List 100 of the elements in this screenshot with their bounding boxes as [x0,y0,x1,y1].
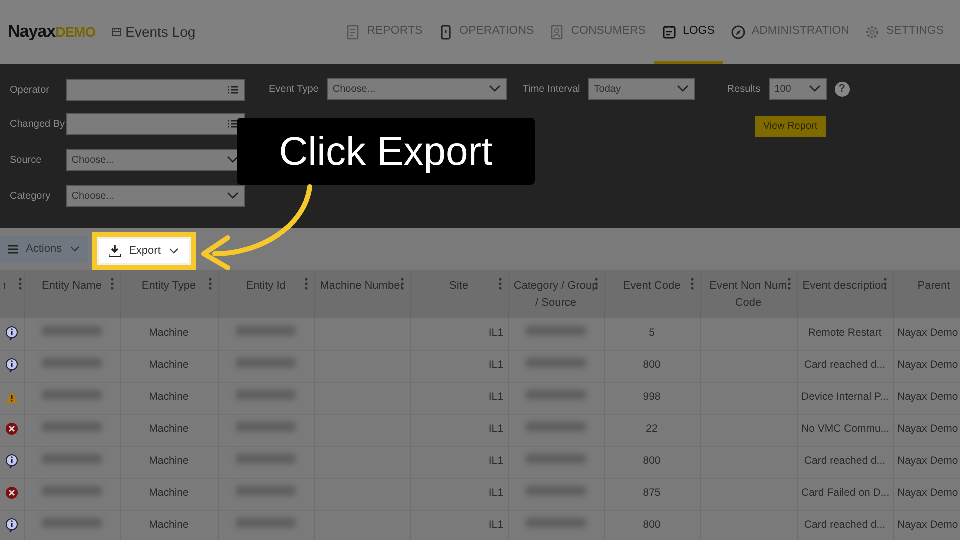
column-menu-icon [498,278,502,290]
calendar-icon [112,27,122,37]
column-menu-icon [304,278,308,290]
view-report-button[interactable]: View Report [755,116,826,137]
table-cell: Device Internal P... [797,382,893,414]
dropdown[interactable]: Choose... [326,78,507,100]
error-icon [4,422,19,437]
table-cell: 22 [604,414,700,446]
actions-button[interactable]: Actions [0,236,88,262]
info-icon [4,518,19,533]
page-title: Events Log [126,22,196,42]
table-cell: Nayax Demo [893,446,960,478]
table-cell: IL1 [410,510,508,540]
table-cell: Card Failed on D... [797,478,893,510]
chevron-icon [70,246,80,252]
redacted-text [42,454,102,464]
column-header[interactable]: Parent [893,270,960,318]
dropdown[interactable]: 100 [768,78,827,100]
input-field[interactable] [66,113,245,135]
redacted-text [236,422,296,432]
column-menu-icon [690,278,694,290]
redacted-text [526,358,586,368]
table-cell: Card reached d... [797,510,893,540]
column-header[interactable]: Event Code [604,270,700,318]
list-icon [227,85,239,95]
column-menu-icon [208,278,212,290]
redacted-text [236,486,296,496]
redacted-text [42,326,102,336]
field-label: Changed By [10,118,66,132]
info-icon [4,454,19,469]
field-label: Results [727,82,761,96]
dropdown[interactable]: Choose... [66,185,245,207]
table-cell: Machine [120,414,218,446]
table-cell: 800 [604,510,700,540]
redacted-text [236,454,296,464]
document-icon [346,24,362,40]
person-card-icon [550,24,566,40]
settings-icon [865,24,880,40]
phone-icon [438,24,454,40]
help-icon[interactable]: ? [834,82,850,96]
redacted-text [526,518,586,528]
info-icon [4,326,19,341]
table-cell: IL1 [410,446,508,478]
column-header[interactable]: ↑ [0,270,24,318]
redacted-text [526,454,586,464]
column-header[interactable]: Entity Id [218,270,314,318]
table-cell: Nayax Demo [893,478,960,510]
table-cell: IL1 [410,318,508,350]
compass-icon [730,24,746,40]
table-cell: No VMC Commu... [797,414,893,446]
table-cell: Nayax Demo [893,510,960,540]
redacted-text [42,422,102,432]
chevron-icon [227,156,239,164]
table-cell: 800 [604,446,700,478]
field-label: Event Type [269,82,319,96]
column-header[interactable]: Machine Number [314,270,410,318]
table-cell: 800 [604,350,700,382]
column-menu-icon [18,278,22,290]
input-field[interactable] [66,79,245,101]
clipboard-icon [662,24,677,40]
redacted-text [42,358,102,368]
redacted-text [526,326,586,336]
table-cell: Remote Restart [797,318,893,350]
column-header[interactable]: Entity Name [24,270,120,318]
instruction-tooltip: Click Export [237,118,535,185]
menu-icon [8,244,18,254]
table-cell: Nayax Demo [893,318,960,350]
table-cell: IL1 [410,382,508,414]
redacted-text [526,486,586,496]
redacted-text [42,518,102,528]
info-icon [4,358,19,373]
field-label: Operator [10,84,50,98]
export-button[interactable]: Export [99,239,189,263]
column-header[interactable]: Entity Type [120,270,218,318]
table-cell: Machine [120,350,218,382]
table-cell: Card reached d... [797,446,893,478]
download-icon [109,245,122,257]
column-header[interactable]: Event Non Num Code [700,270,797,318]
redacted-text [526,422,586,432]
table-cell: Machine [120,318,218,350]
chevron-icon [808,85,821,93]
dropdown[interactable]: Today [588,78,696,100]
table-cell: 5 [604,318,700,350]
redacted-text [236,390,296,400]
table-cell: Nayax Demo [893,350,960,382]
table-cell: Card reached d... [797,350,893,382]
table-cell: Nayax Demo [893,382,960,414]
list-icon [227,119,239,129]
column-header[interactable]: Event description [797,270,893,318]
chevron-icon [677,85,690,93]
field-label: Category [10,190,52,204]
logo-text: Nayax [8,21,56,44]
logo-tag: DEMO [56,22,96,42]
table-cell: IL1 [410,478,508,510]
column-header[interactable]: Site [410,270,508,318]
error-icon [4,486,19,501]
redacted-text [42,486,102,496]
table-cell: Nayax Demo [893,414,960,446]
column-menu-icon [110,278,114,290]
redacted-text [526,390,586,400]
